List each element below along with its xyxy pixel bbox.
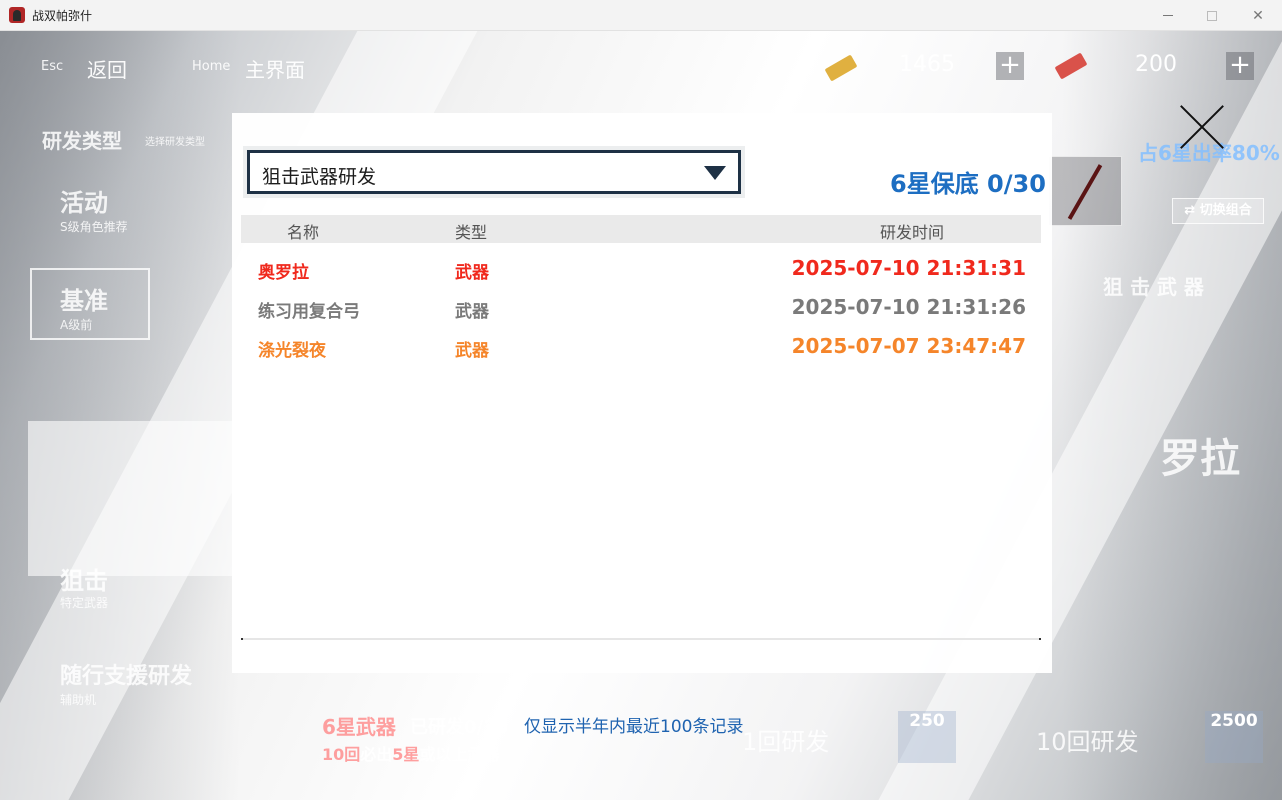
record-table-header: 名称 类型 研发时间 bbox=[241, 215, 1041, 243]
black-card-icon bbox=[824, 54, 858, 82]
column-type: 类型 bbox=[455, 223, 488, 242]
menu-item-target-sub: 特定武器 bbox=[60, 596, 109, 610]
menu-item-target[interactable]: 狙击 bbox=[60, 561, 108, 596]
title-bar: 战双帕弥什 ✕ bbox=[0, 0, 1282, 31]
row-time: 2025-07-10 21:31:31 bbox=[791, 256, 1026, 280]
menu-item-target-highlight bbox=[28, 421, 233, 576]
home-key-hint: Home bbox=[192, 59, 231, 74]
pull-1-button[interactable]: 1回研发 bbox=[742, 722, 829, 757]
research-type-heading: 研发类型 bbox=[42, 129, 122, 153]
bottom-guarantee: 10回必出5星或以上武器 bbox=[322, 745, 500, 764]
row-time: 2025-07-10 21:31:26 bbox=[791, 295, 1026, 319]
back-button[interactable]: 返回 bbox=[87, 54, 127, 83]
research-type-subheading: 选择研发类型 bbox=[145, 137, 205, 148]
add-currency-1-button[interactable]: + bbox=[996, 52, 1024, 80]
pity-counter: 6星保底 0/30 bbox=[890, 170, 1046, 198]
column-name: 名称 bbox=[287, 223, 320, 242]
menu-item-support-sub: 辅助机 bbox=[60, 693, 97, 707]
weapon-thumbnail[interactable] bbox=[1048, 156, 1122, 226]
currency-2-value: 200 bbox=[1135, 52, 1177, 77]
currency-1-value: 1465 bbox=[899, 52, 955, 77]
menu-item-base[interactable]: 基准 bbox=[60, 281, 108, 316]
research-type-dropdown[interactable]: 狙击武器研发 bbox=[247, 150, 741, 194]
switch-combination-label: 切换组合 bbox=[1199, 203, 1252, 218]
window-title: 战双帕弥什 bbox=[32, 9, 93, 23]
right-weapon-name: 罗拉 bbox=[1160, 436, 1240, 482]
row-time: 2025-07-07 23:47:47 bbox=[791, 334, 1026, 358]
bottom-progress: 已研发0/30 bbox=[410, 717, 509, 738]
close-icon: ✕ bbox=[1252, 7, 1264, 24]
table-row: 涤光裂夜 武器 2025-07-07 23:47:47 bbox=[241, 328, 1041, 367]
app-window: 战双帕弥什 ✕ Esc 返回 Home 主界面 1465 + 200 + 研发类… bbox=[0, 0, 1282, 800]
dropdown-value: 狙击武器研发 bbox=[262, 166, 377, 188]
menu-item-base-sub: A级前 bbox=[60, 318, 93, 332]
row-type: 武器 bbox=[455, 302, 489, 322]
table-row: 练习用复合弓 武器 2025-07-10 21:31:26 bbox=[241, 289, 1041, 328]
table-footer-divider bbox=[241, 638, 1041, 640]
research-type-dropdown-wrap: 狙击武器研发 bbox=[243, 146, 745, 198]
pull-10-cost: 2500 bbox=[1205, 711, 1263, 763]
pull-10-button[interactable]: 10回研发 bbox=[1036, 722, 1139, 757]
dropdown-arrow-icon bbox=[704, 166, 726, 180]
app-icon bbox=[9, 7, 25, 23]
row-type: 武器 bbox=[455, 263, 489, 283]
row-name: 涤光裂夜 bbox=[258, 341, 326, 361]
column-time: 研发时间 bbox=[880, 223, 945, 242]
menu-item-activity[interactable]: 活动 bbox=[60, 183, 108, 218]
switch-combination-button[interactable]: ⇄ 切换组合 bbox=[1172, 198, 1264, 224]
add-currency-2-button[interactable]: + bbox=[1226, 52, 1254, 80]
row-name: 奥罗拉 bbox=[258, 263, 309, 283]
records-note: 仅显示半年内最近100条记录 bbox=[524, 717, 744, 737]
row-type: 武器 bbox=[455, 341, 489, 361]
row-name: 练习用复合弓 bbox=[258, 302, 360, 322]
maximize-icon bbox=[1207, 10, 1217, 21]
bottom-six-star-title: 6星武器 bbox=[322, 715, 396, 739]
dialog-close-button[interactable] bbox=[1178, 103, 1226, 151]
window-close-button[interactable]: ✕ bbox=[1235, 0, 1281, 31]
home-button[interactable]: 主界面 bbox=[245, 54, 305, 83]
table-row: 奥罗拉 武器 2025-07-10 21:31:31 bbox=[241, 250, 1041, 289]
menu-item-support[interactable]: 随行支援研发 bbox=[60, 658, 192, 690]
pull-1-cost: 250 bbox=[898, 711, 956, 763]
right-weapon-category: 狙 击 武 器 bbox=[1103, 275, 1204, 299]
minimize-icon bbox=[1163, 15, 1173, 16]
menu-item-activity-sub: S级角色推荐 bbox=[60, 220, 128, 234]
esc-key-hint: Esc bbox=[41, 59, 64, 74]
maximize-button[interactable] bbox=[1189, 0, 1235, 31]
minimize-button[interactable] bbox=[1145, 0, 1191, 31]
